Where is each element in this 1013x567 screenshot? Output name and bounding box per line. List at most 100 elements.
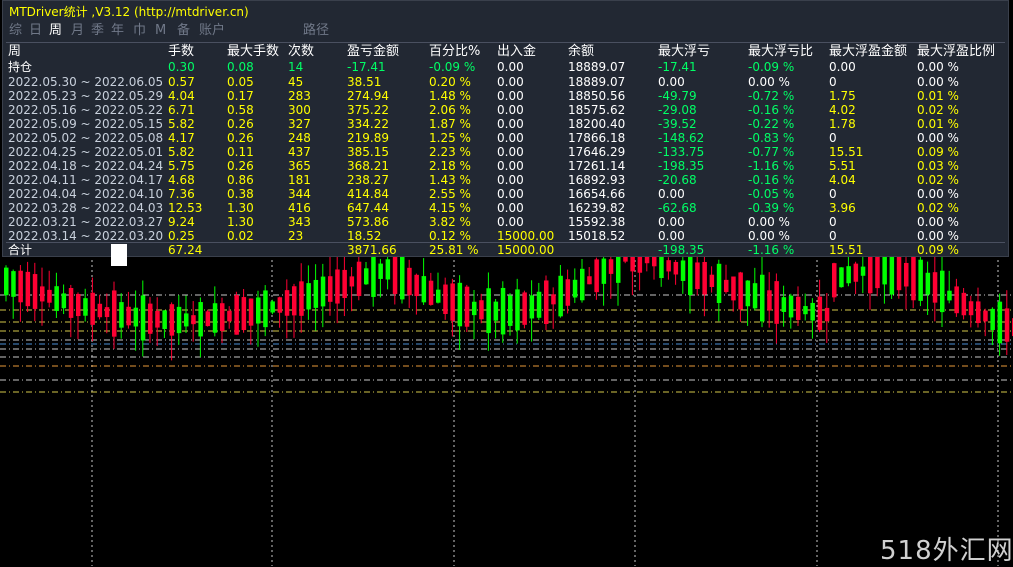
table-cell: -0.09 % (429, 60, 476, 74)
candle-body (954, 286, 959, 314)
candle-body (133, 307, 139, 327)
table-cell: 0.09 % (917, 243, 959, 257)
tab-2[interactable]: 周 (49, 23, 62, 39)
table-row: 2022.05.16 ~ 2022.05.22 6.71 0.58 300 375.22… (3, 103, 1008, 117)
week-range: 2022.05.02 ~ 2022.05.08 (8, 131, 164, 145)
table-cell: 0.58 (227, 103, 254, 117)
column-header: 出入金 (497, 44, 537, 59)
candle-body (371, 250, 376, 297)
table-cell: 274.94 (347, 89, 389, 103)
table-cell: 1.87 % (429, 117, 471, 131)
candle-body (594, 259, 599, 293)
table-cell: 0.01 % (917, 117, 959, 131)
candle-body (227, 310, 232, 322)
table-cell: -0.05 % (748, 187, 795, 201)
table-cell: 18.52 (347, 229, 382, 243)
table-cell: 0 (829, 215, 837, 229)
table-cell: 0.08 (227, 60, 254, 74)
week-range: 2022.05.09 ~ 2022.05.15 (8, 117, 164, 131)
table-cell: -29.08 (658, 103, 697, 117)
tab-9[interactable]: 账户 (199, 23, 225, 39)
candle-body (824, 307, 830, 322)
table-cell: 181 (288, 173, 311, 187)
table-cell: 0 (829, 131, 837, 145)
candle-body (558, 275, 563, 317)
candle-body (752, 283, 758, 309)
table-cell: 15000.00 (497, 243, 555, 257)
candle-body (306, 283, 311, 310)
table-row: 2022.04.18 ~ 2022.04.24 5.75 0.26 365 368.21… (3, 159, 1008, 173)
table-cell: 300 (288, 103, 311, 117)
candle-body (997, 301, 1003, 344)
candle-body (414, 274, 419, 297)
table-cell: 0.00 (497, 201, 524, 215)
table-cell: 17261.14 (568, 159, 626, 173)
candle-body (522, 292, 527, 325)
candle-body (947, 290, 952, 301)
tab-3[interactable]: 月 (71, 23, 84, 39)
candle-body (608, 259, 614, 274)
table-cell: 2.23 % (429, 145, 471, 159)
table-cell: 0.00 (497, 89, 524, 103)
table-cell: 414.84 (347, 187, 389, 201)
candle-body (385, 259, 391, 280)
candle-body (191, 315, 196, 325)
table-cell: -1.16 % (748, 159, 795, 173)
candle-body (342, 269, 347, 299)
week-range: 2022.05.23 ~ 2022.05.29 (8, 89, 164, 103)
tab-1[interactable]: 日 (29, 23, 42, 39)
table-cell: 5.75 (168, 159, 195, 173)
table-cell: 0.26 (227, 117, 254, 131)
candle-body (83, 298, 88, 316)
candle-body (61, 293, 67, 309)
table-cell: 38.51 (347, 75, 382, 89)
tab-7[interactable]: M (155, 23, 166, 39)
week-range: 2022.03.28 ~ 2022.04.03 (8, 201, 164, 215)
table-row: 2022.03.14 ~ 2022.03.20 0.25 0.02 23 18.52 0.… (3, 229, 1008, 243)
tab-path[interactable]: 路径 (303, 23, 329, 39)
table-cell: 0.00 % (917, 229, 959, 243)
table-cell: 16654.66 (568, 187, 626, 201)
table-cell: 3.82 % (429, 215, 471, 229)
candle-body (335, 269, 340, 304)
table-cell: 416 (288, 201, 311, 215)
candle-body (688, 251, 693, 296)
table-cell: 248 (288, 131, 311, 145)
column-header: 余额 (568, 44, 595, 59)
column-header: 最大浮盈金额 (829, 44, 908, 59)
candle-body (817, 296, 823, 330)
table-cell: 4.04 (168, 89, 195, 103)
table-cell: 0.57 (168, 75, 195, 89)
candle-body (832, 263, 837, 298)
candle-body (198, 302, 203, 337)
tab-5[interactable]: 年 (111, 23, 124, 39)
table-row: 2022.03.28 ~ 2022.04.03 12.53 1.30 416 647.4… (3, 201, 1008, 215)
row-label: 持仓 (8, 60, 33, 74)
candle-body (731, 276, 736, 301)
panel-title: MTDriver统计 ,V3.12 (http://mtdriver.cn) (9, 5, 249, 19)
tab-8[interactable]: 备 (177, 23, 190, 39)
table-cell: -0.77 % (748, 145, 795, 159)
candle-body (774, 281, 779, 324)
candle-body (457, 282, 463, 327)
candle-body (112, 290, 117, 337)
week-range: 2022.04.11 ~ 2022.04.17 (8, 173, 164, 187)
table-cell: -39.52 (658, 117, 697, 131)
candle-body (400, 255, 405, 300)
table-cell: 0.00 % (917, 75, 959, 89)
table-cell: 0.00 % (748, 75, 790, 89)
table-cell: 0.00 (497, 187, 524, 201)
candle-body (745, 280, 751, 307)
table-row: 2022.04.04 ~ 2022.04.10 7.36 0.38 344 414.84… (3, 187, 1008, 201)
candle-body (479, 300, 484, 320)
table-cell: 7.36 (168, 187, 195, 201)
table-cell: 0.00 % (917, 60, 959, 74)
candle-body (313, 279, 319, 308)
table-cell: 14 (288, 60, 304, 74)
table-cell: 2.06 % (429, 103, 471, 117)
table-cell: 18889.07 (568, 60, 626, 74)
tab-4[interactable]: 季 (91, 23, 104, 39)
watermark-logo: 518外汇网 (880, 536, 1013, 566)
tab-6[interactable]: 巾 (133, 23, 146, 39)
tab-0[interactable]: 综 (9, 23, 22, 39)
